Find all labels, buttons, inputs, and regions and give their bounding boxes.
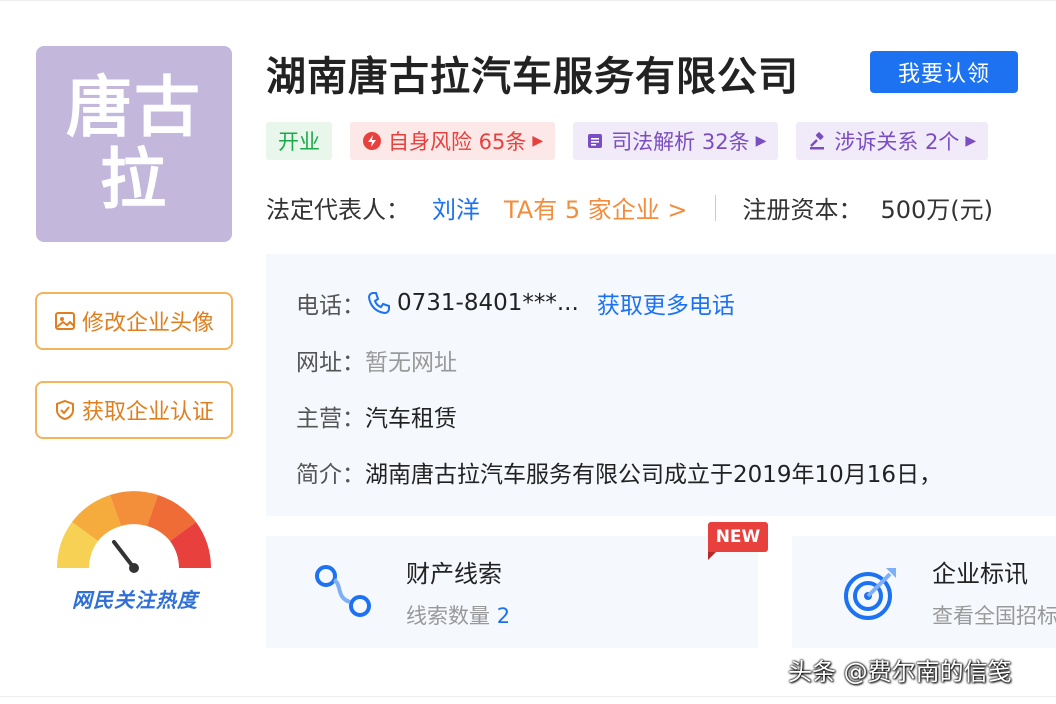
relation-text: 涉诉关系 2个 xyxy=(834,130,960,154)
legal-label: 法定代表人： xyxy=(266,196,410,224)
business-label: 主营： xyxy=(296,406,365,432)
claim-button[interactable]: 我要认领 xyxy=(870,51,1018,93)
edit-avatar-label: 修改企业头像 xyxy=(81,311,214,336)
top-divider xyxy=(0,0,1056,1)
phone-icon xyxy=(367,292,390,315)
lightning-icon xyxy=(363,132,381,150)
clue-chain-icon xyxy=(315,565,371,617)
legal-row: 法定代表人： 刘洋 TA有 5 家企业 > 注册资本： 500万(元) xyxy=(266,190,993,225)
intro-value: 湖南唐古拉汽车服务有限公司成立于2019年10月16日， xyxy=(365,462,943,488)
phone-label: 电话： xyxy=(296,293,365,319)
caret-right-icon: ▶ xyxy=(532,133,544,149)
company-name: 湖南唐古拉汽车服务有限公司 xyxy=(266,54,799,100)
heat-label: 网民关注热度 xyxy=(72,588,198,612)
card-subtitle: 查看全国招标 xyxy=(932,604,1056,628)
status-badge: 开业 xyxy=(266,122,332,160)
company-logo-text: 唐古拉 xyxy=(66,69,202,218)
watermark: 头条 @费尔南的信笺 xyxy=(788,658,1012,686)
edit-avatar-button[interactable]: 修改企业头像 xyxy=(35,292,233,350)
card-subtitle: 线索数量 2 xyxy=(406,600,510,630)
legal-representative-link[interactable]: 刘洋 xyxy=(432,190,480,225)
capital-value: 500万(元) xyxy=(880,196,994,224)
relation-tag[interactable]: 涉诉关系 2个 ▶ xyxy=(796,122,989,160)
more-phones-link[interactable]: 获取更多电话 xyxy=(597,286,735,320)
tag-bar: 开业 自身风险 65条 ▶ 司法解析 32条 ▶ 涉诉关系 2个 ▶ xyxy=(266,122,989,160)
website-row: 网址： 暂无网址 xyxy=(296,343,457,377)
property-clues-card[interactable]: 财产线索 线索数量 2 xyxy=(266,536,758,648)
capital-label: 注册资本： xyxy=(742,196,863,224)
phone-value: 0731-8401***... xyxy=(397,290,579,316)
clue-count: 2 xyxy=(496,604,511,628)
new-badge: NEW xyxy=(708,522,768,560)
certify-button[interactable]: 获取企业认证 xyxy=(35,381,233,439)
image-icon xyxy=(54,312,75,330)
card-title: 企业标讯 xyxy=(932,560,1028,588)
risk-text: 自身风险 65条 xyxy=(388,130,527,154)
intro-row: 简介： 湖南唐古拉汽车服务有限公司成立于2019年10月16日， xyxy=(296,455,942,489)
target-icon xyxy=(844,568,896,620)
info-panel: 电话： 0731-8401***... 获取更多电话 网址： 暂无网址 主营： … xyxy=(266,254,1056,516)
judicial-text: 司法解析 32条 xyxy=(611,130,750,154)
business-value: 汽车租赁 xyxy=(365,406,457,432)
judicial-tag[interactable]: 司法解析 32条 ▶ xyxy=(573,122,779,160)
divider xyxy=(715,194,717,221)
certify-label: 获取企业认证 xyxy=(81,400,214,425)
bidding-info-card[interactable]: 企业标讯 查看全国招标 xyxy=(792,536,1056,648)
caret-right-icon: ▶ xyxy=(755,133,767,149)
shield-check-icon xyxy=(55,399,74,421)
company-logo: 唐古拉 xyxy=(36,46,232,242)
risk-tag[interactable]: 自身风险 65条 ▶ xyxy=(350,122,556,160)
document-icon xyxy=(588,134,603,148)
caret-right-icon: ▶ xyxy=(965,133,977,149)
intro-label: 简介： xyxy=(296,462,365,488)
bottom-divider xyxy=(0,696,1056,697)
business-row: 主营： 汽车租赁 xyxy=(296,399,457,433)
gavel-icon xyxy=(810,132,825,150)
status-text: 开业 xyxy=(278,130,320,154)
card-title: 财产线索 xyxy=(406,560,502,588)
clue-count-label: 线索数量 xyxy=(406,604,497,628)
website-label: 网址： xyxy=(296,350,365,376)
website-value: 暂无网址 xyxy=(365,350,457,376)
related-companies-link[interactable]: TA有 5 家企业 > xyxy=(504,190,687,225)
phone-row: 电话： 0731-8401***... 获取更多电话 xyxy=(296,286,735,320)
